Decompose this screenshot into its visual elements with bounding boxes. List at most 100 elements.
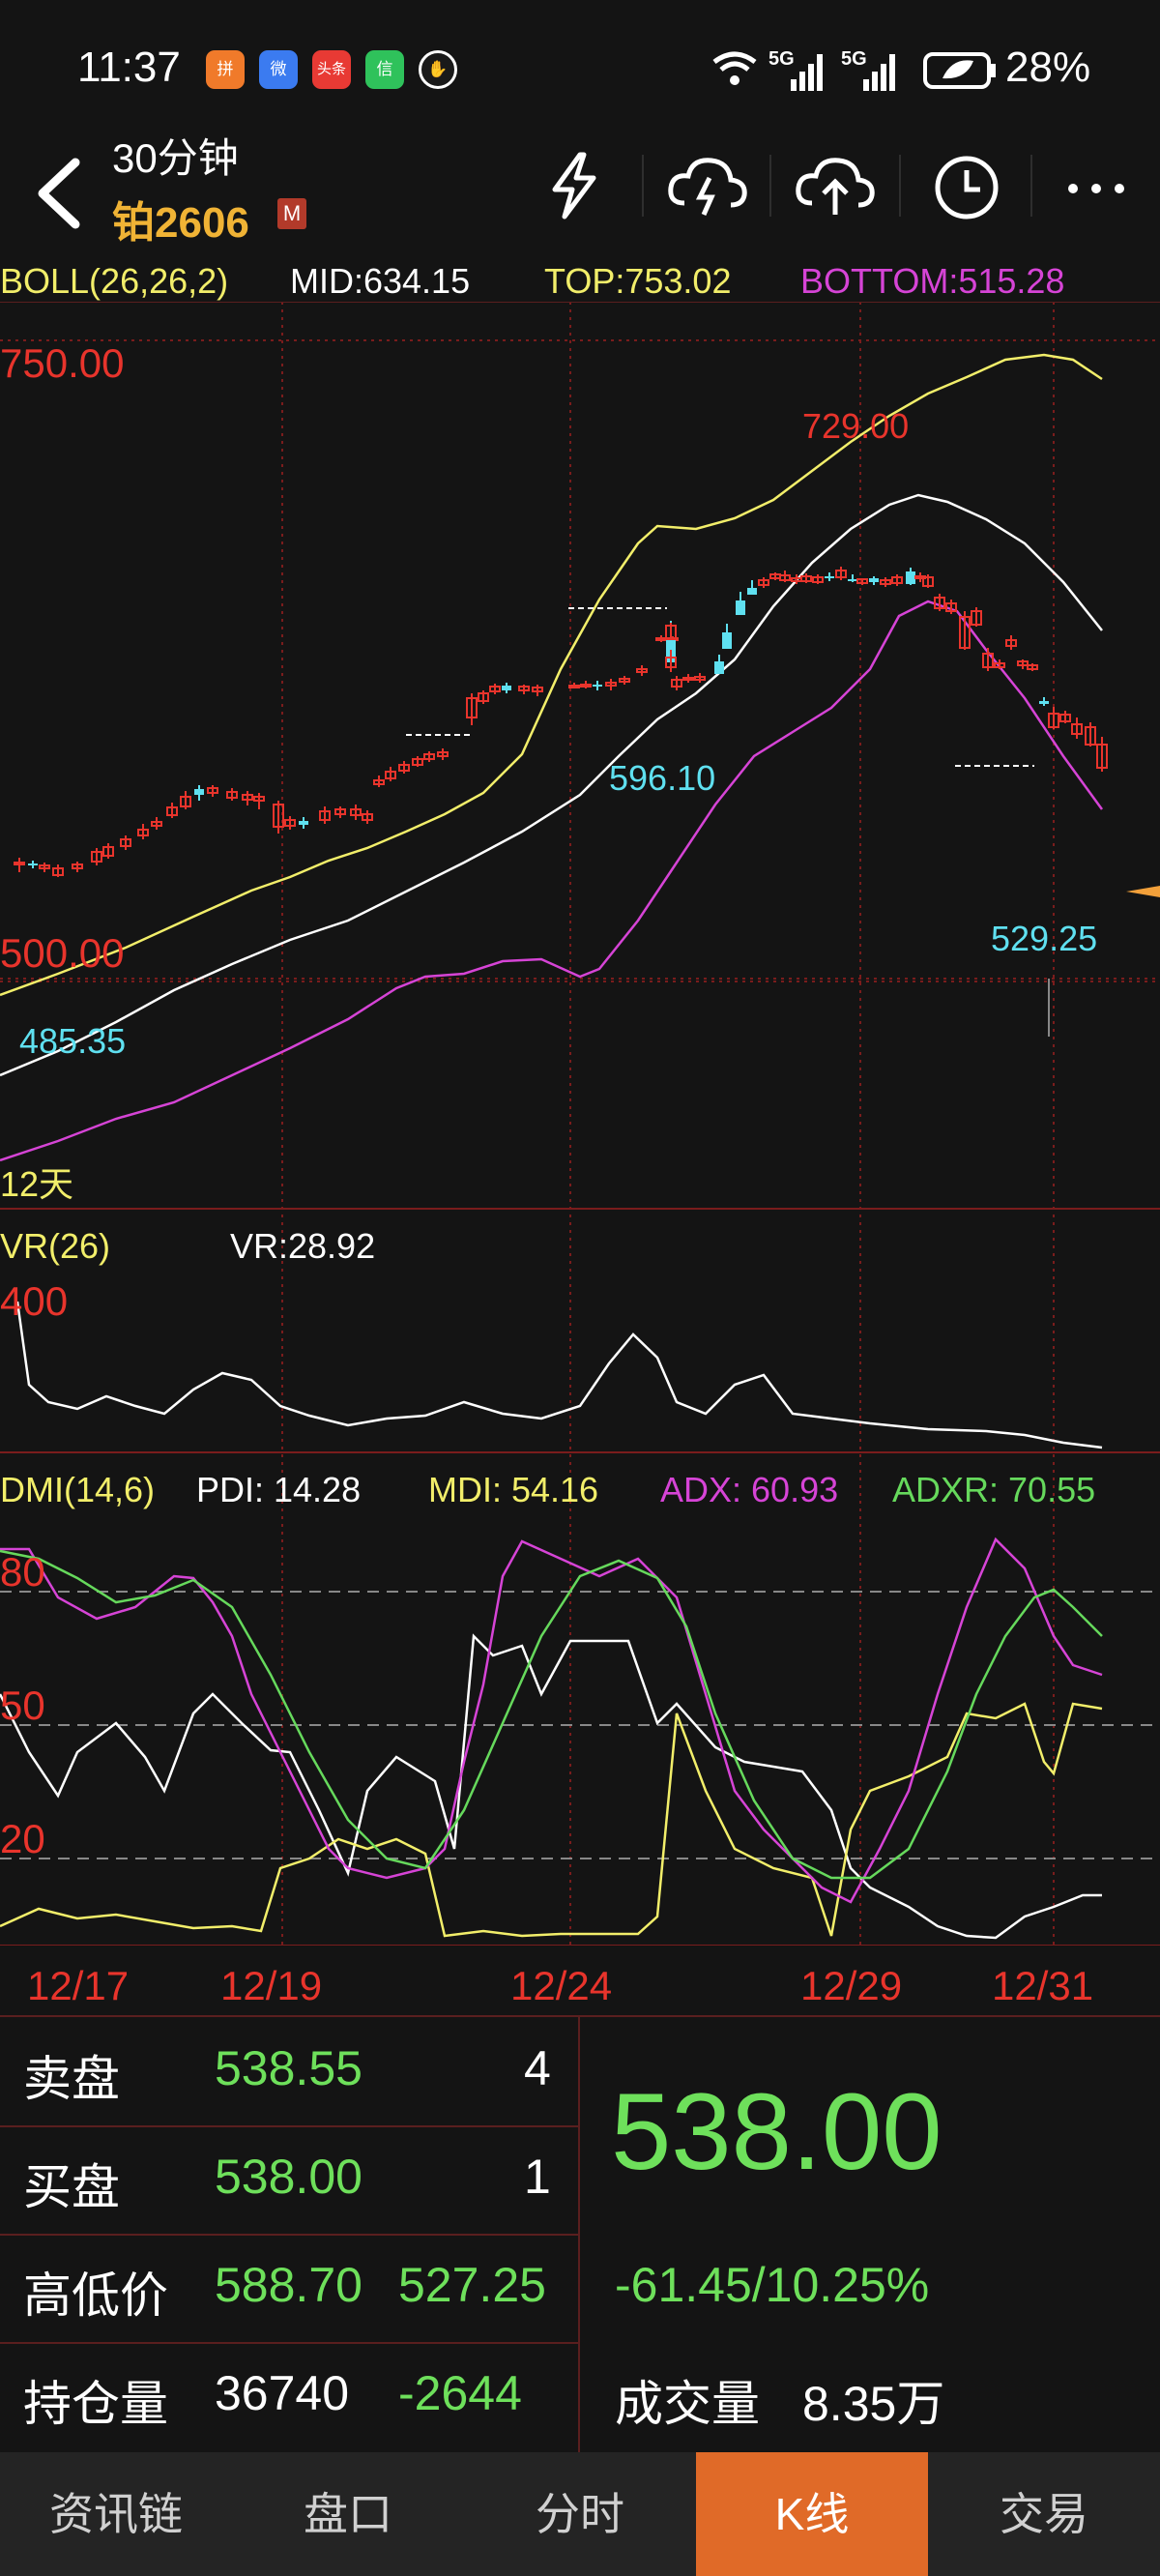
dmi-mdi-line [0,1702,1103,1938]
candle-body [825,576,834,578]
dmi-adxr-value: ADXR: 70.55 [892,1470,1096,1509]
hand-icon: ✋ [419,50,457,89]
boll-mid-line [0,493,1103,1077]
sell-price: 538.55 [215,2041,362,2095]
main-contract-badge: M [277,198,306,229]
toutiao-app-icon: 头条 [312,50,351,89]
vr-value: VR:28.92 [230,1226,376,1266]
contract-symbol[interactable]: 铂2606 [112,188,249,249]
date-label: 12/29 [800,1963,903,2008]
sell-quantity: 4 [524,2041,551,2095]
date-label: 12/31 [992,1963,1094,2008]
price-annotation-mid: 596.10 [609,758,716,798]
signal-bars-icon-1 [791,54,823,91]
date-label: 12/24 [510,1963,613,2008]
dmi-adx-value: ADX: 60.93 [660,1470,839,1509]
status-time: 11:37 [77,44,181,91]
signal-bars-icon-2 [863,54,895,91]
vr-line [15,1301,1103,1449]
more-icon[interactable] [1063,174,1131,203]
candle-body [722,632,732,649]
candle-body [194,789,204,795]
candle-body [682,677,694,681]
candle-body [655,637,667,641]
bottom-tab-bar: 资讯链 盘口 分时 K线 交易 [0,2452,1160,2576]
dmi-adx-line [0,1537,1103,1904]
boll-bottom-line [0,600,1104,1162]
open-interest-label: 持仓量 [23,2377,168,2431]
candle-body [28,864,38,865]
candle-body [848,579,857,581]
boll-indicator-name[interactable]: BOLL(26,26,2) [0,261,228,302]
dmi-indicator-name[interactable]: DMI(14,6) [0,1470,155,1510]
date-label: 12/19 [220,1963,323,2008]
axis-label-high: 750.00 [0,340,125,386]
candle-body [299,821,308,825]
dmi-adxr-line [0,1549,1103,1880]
cloud-download-icon[interactable] [667,155,748,219]
kline-chart-area[interactable] [0,302,1160,1946]
dmi-pdi-line [0,1633,1102,1940]
high-low-label: 高低价 [23,2269,168,2323]
candle-body [1039,701,1049,704]
dmi-axis-80: 80 [0,1549,45,1595]
candle-body [869,578,879,582]
span-days-label: 12天 [0,1164,74,1204]
candle-body [14,862,25,865]
divider [0,2125,578,2127]
buy-label: 买盘 [23,2160,120,2214]
buy-price: 538.00 [215,2150,362,2204]
divider [0,2234,578,2236]
lightning-icon[interactable] [541,151,609,220]
candle-body [502,686,511,690]
pinduoduo-app-icon: 拼 [206,50,245,89]
price-annotation-low-left: 485.35 [19,1021,127,1061]
divider [0,2342,578,2344]
dmi-pdi-value: PDI: 14.28 [196,1470,362,1509]
boll-mid-value: MID:634.15 [290,261,471,301]
vr-axis-label: 400 [0,1278,69,1324]
tab-kline[interactable]: K线 [696,2452,928,2576]
back-arrow-icon[interactable] [27,155,85,232]
candle-body [580,684,592,688]
boll-bottom-value: BOTTOM:515.28 [800,261,1065,301]
tab-trade[interactable]: 交易 [928,2452,1160,2576]
candle-body [593,685,602,687]
dmi-mdi-value: MDI: 54.16 [428,1470,599,1509]
candle-body [736,600,745,615]
page-title: 30分钟 [112,135,239,181]
price-change: -61.45/10.25% [615,2258,930,2312]
battery-icon [923,52,996,89]
tab-news-chain[interactable]: 资讯链 [0,2452,232,2576]
header-divider [899,155,901,217]
header-divider [769,155,771,217]
header-divider [1030,155,1032,217]
date-label: 12/17 [27,1963,130,2008]
message-app-icon: 微 [259,50,298,89]
volume-label: 成交量 [615,2377,760,2431]
current-price-marker [1126,886,1160,897]
volume-value: 8.35万 [802,2377,945,2431]
axis-label-low: 500.00 [0,930,125,976]
open-interest-value: 36740 [215,2366,350,2420]
last-price: 538.00 [611,2071,942,2192]
divider [0,2015,1160,2017]
header-divider [642,155,644,217]
tab-intraday[interactable]: 分时 [464,2452,696,2576]
clock-icon[interactable] [932,153,1001,222]
boll-top-line [0,353,1103,997]
vr-indicator-name[interactable]: VR(26) [0,1226,110,1267]
tab-order-book[interactable]: 盘口 [232,2452,464,2576]
status-bar: 11:37 拼 微 头条 信 ✋ 5G 5G 28% [0,0,1160,145]
candle-body [714,661,724,674]
candle-body [568,685,580,688]
cloud-upload-icon[interactable] [795,155,876,219]
low-price: 527.25 [398,2258,546,2312]
price-annotation-high: 729.00 [802,406,910,446]
high-price: 588.70 [215,2258,362,2312]
boll-top-value: TOP:753.02 [544,261,732,301]
buy-quantity: 1 [524,2150,551,2204]
sell-label: 卖盘 [23,2052,120,2106]
candle-body [747,588,757,595]
dmi-axis-20: 20 [0,1816,45,1861]
